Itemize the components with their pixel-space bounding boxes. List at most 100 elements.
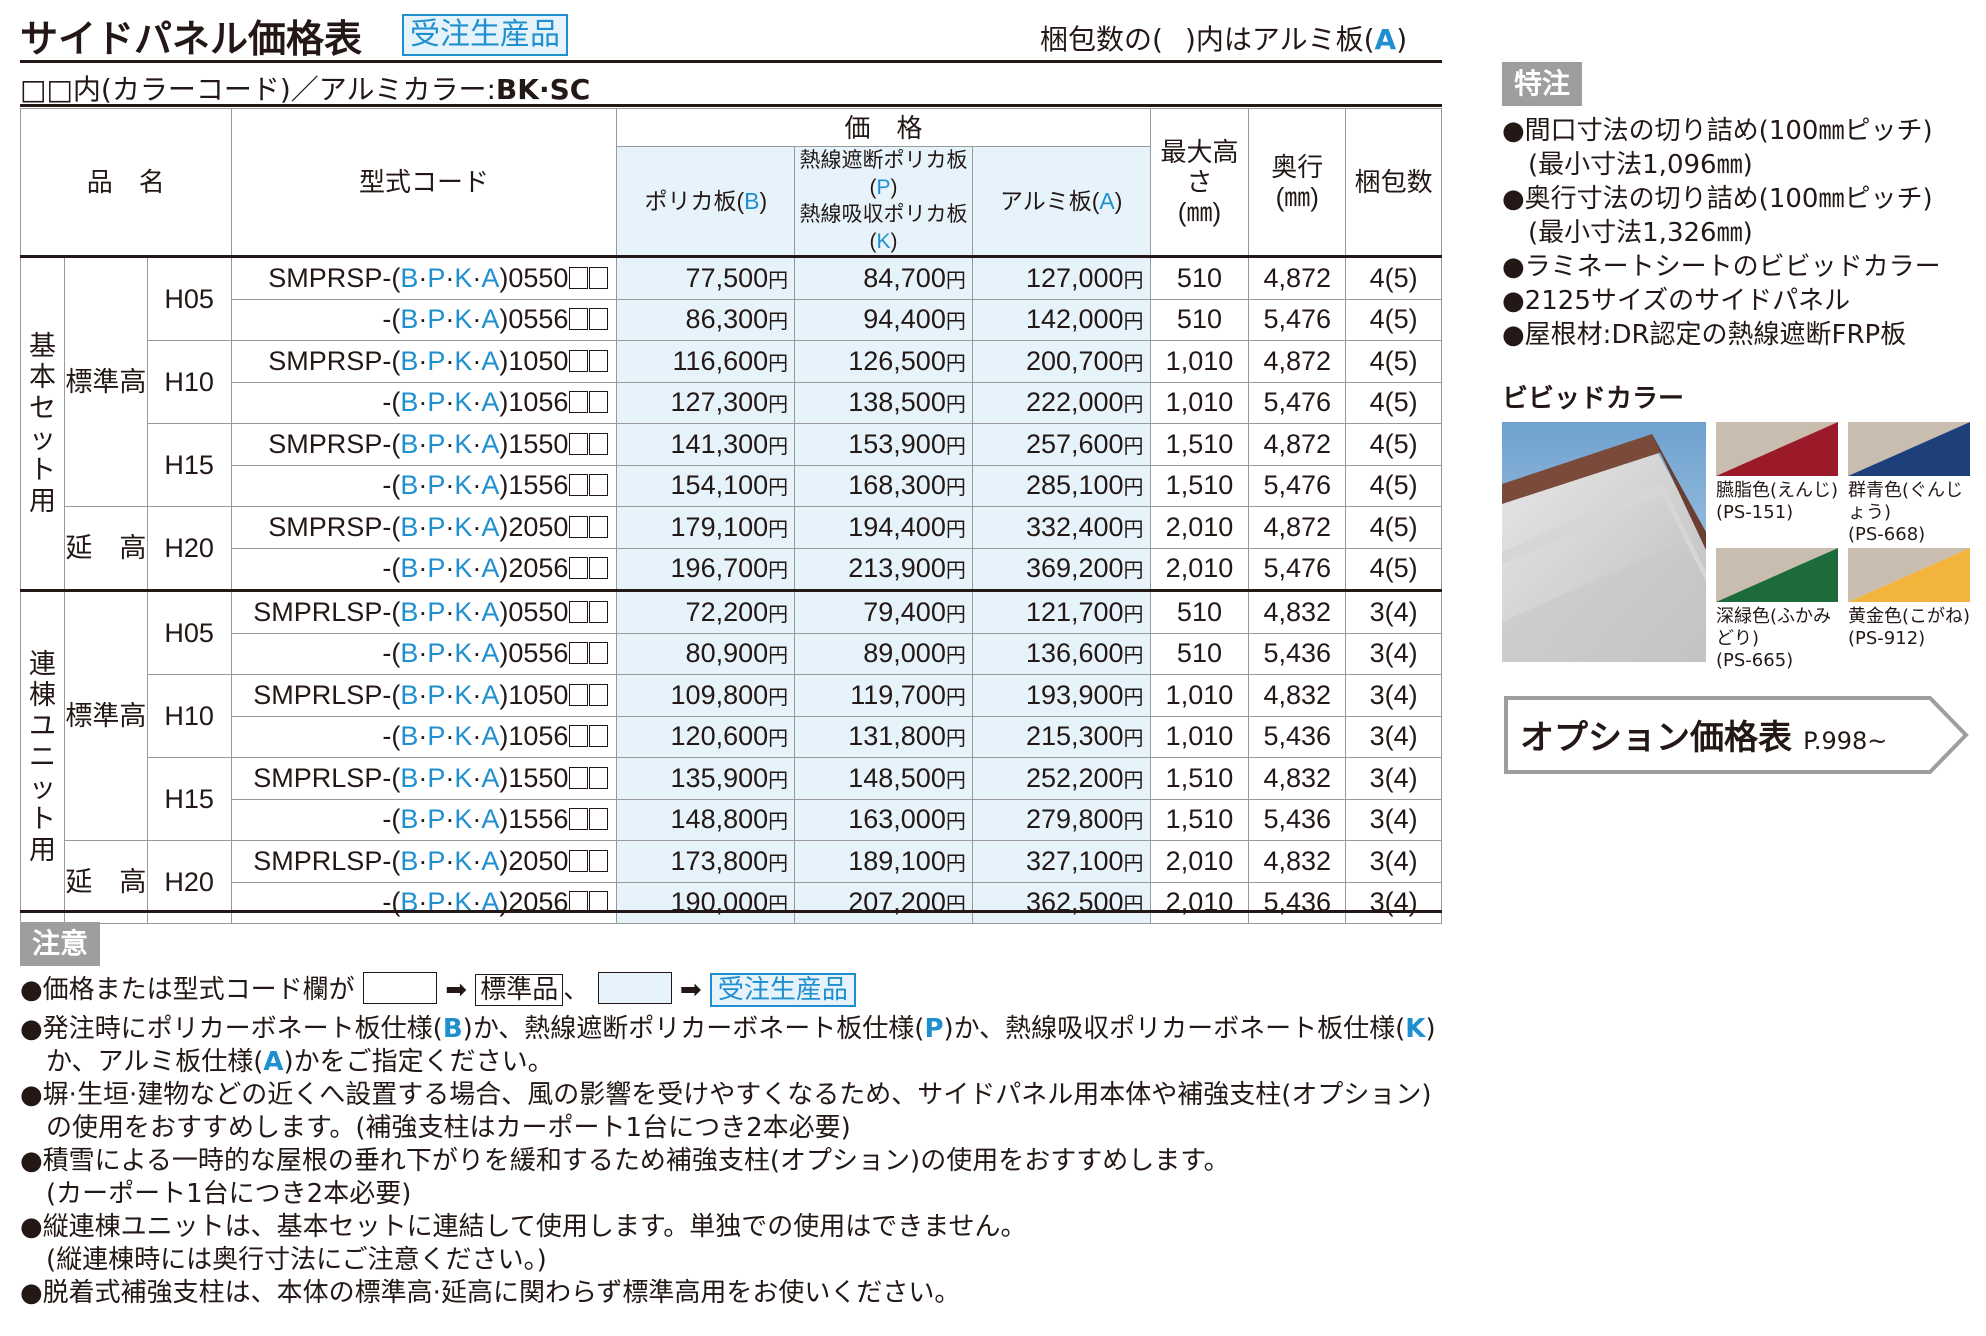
title-rule — [20, 60, 1442, 63]
model-code: SMPRLSP-(B·P·K·A)1050 — [230, 674, 618, 717]
price-heat-pk: 163,000円 — [794, 798, 973, 841]
depth: 4,832 — [1248, 840, 1347, 883]
max-height: 1,010 — [1149, 674, 1250, 717]
special-item: ●奥行寸法の切り詰め(100㎜ピッチ) — [1502, 184, 1933, 214]
pack-count: 4(5) — [1345, 464, 1442, 507]
max-height: 1,510 — [1149, 464, 1250, 507]
price-alu-a: 332,400円 — [971, 506, 1151, 549]
pack-note: 梱包数の()内はアルミ板(A) — [1040, 23, 1408, 56]
depth: 5,436 — [1248, 881, 1347, 924]
price-poly-b: 72,200円 — [616, 589, 796, 634]
special-item: ●屋根材:DR認定の熱線遮断FRP板 — [1502, 320, 1907, 350]
swatch-enji-chip — [1716, 422, 1838, 476]
depth: 5,436 — [1248, 715, 1347, 758]
price-heat-pk: 84,700円 — [794, 255, 973, 300]
table-row: -(B·P·K·A)2056 196,700円 213,900円 369,200円 2,… — [21, 547, 1442, 591]
table-row: -(B·P·K·A)1556 148,800円 163,000円 279,800円 1,… — [21, 798, 1442, 841]
depth: 5,476 — [1248, 381, 1347, 424]
swatch-gunjo-chip — [1848, 422, 1970, 476]
group-name: 基本セット用 — [20, 255, 65, 591]
price-alu-a: 215,300円 — [971, 715, 1151, 758]
special-item: ●ラミネートシートのビビッドカラー — [1502, 252, 1941, 282]
swatch-enji: 臙脂色(えんじ) (PS-151) — [1716, 422, 1840, 524]
model-code: -(B·P·K·A)2056 — [230, 547, 618, 591]
size-label: H05 — [146, 255, 232, 341]
price-heat-pk: 89,000円 — [794, 632, 973, 675]
swatch-fukamidori-chip — [1716, 548, 1838, 602]
table-row: 連棟ユニット用標準高 H05 SMPRLSP-(B·P·K·A)0550 72,200… — [20, 589, 1442, 924]
max-height: 2,010 — [1149, 881, 1250, 924]
option-price-link[interactable]: オプション価格表 P.998~ — [1502, 694, 1972, 776]
price-table: 品 名 型式コード 価 格 最大高さ (㎜) 奥行 (㎜) 梱包数 ポリカ板(B) … — [20, 108, 1442, 924]
price-heat-pk: 153,900円 — [794, 423, 973, 466]
header-polycarbonate-b: ポリカ板(B) — [616, 146, 796, 257]
note-1: ●価格または型式コード欄が ➡ 標準品、 ➡ 受注生産品 — [20, 972, 1450, 1007]
header-pack: 梱包数 — [1345, 108, 1442, 257]
pack-count: 3(4) — [1345, 715, 1442, 758]
price-heat-pk: 148,500円 — [794, 757, 973, 800]
height-class: 標準高 — [63, 589, 148, 841]
height-class: 標準高 — [63, 255, 148, 507]
swatch-kogane: 黄金色(こがね) (PS-912) — [1848, 548, 1972, 650]
price-heat-pk: 131,800円 — [794, 715, 973, 758]
model-code: -(B·P·K·A)0556 — [230, 298, 618, 341]
price-poly-b: 141,300円 — [616, 423, 796, 466]
swatch-gunjo: 群青色(ぐんじょう) (PS-668) — [1848, 422, 1972, 546]
note-4: ●積雪による一時的な屋根の垂れ下がりを緩和するため補強支柱(オプション)の使用を… — [20, 1146, 1230, 1176]
price-alu-a: 193,900円 — [971, 674, 1151, 717]
max-height: 2,010 — [1149, 547, 1250, 591]
size-label: H05 — [146, 589, 232, 675]
pack-count: 3(4) — [1345, 674, 1442, 717]
table-top-rule — [20, 104, 1442, 107]
pack-count: 4(5) — [1345, 423, 1442, 466]
max-height: 2,010 — [1149, 840, 1250, 883]
size-label: H10 — [146, 674, 232, 758]
model-code: -(B·P·K·A)2056 — [230, 881, 618, 924]
price-heat-pk: 194,400円 — [794, 506, 973, 549]
pack-count: 4(5) — [1345, 547, 1442, 591]
swatch-kogane-chip — [1848, 548, 1970, 602]
header-price: 価 格 — [616, 108, 1151, 147]
pack-count: 3(4) — [1345, 798, 1442, 841]
size-label: H15 — [146, 757, 232, 841]
max-height: 510 — [1149, 298, 1250, 341]
header-max-height: 最大高さ (㎜) — [1149, 108, 1250, 257]
depth: 5,476 — [1248, 547, 1347, 591]
price-poly-b: 196,700円 — [616, 547, 796, 591]
price-alu-a: 222,000円 — [971, 381, 1151, 424]
model-code: -(B·P·K·A)1056 — [230, 715, 618, 758]
note-5: ●縦連棟ユニットは、基本セットに連結して使用します。単独での使用はできません。 — [20, 1212, 1027, 1242]
price-alu-a: 136,600円 — [971, 632, 1151, 675]
pack-count: 4(5) — [1345, 506, 1442, 549]
table-row: -(B·P·K·A)1056 120,600円 131,800円 215,300円 1,… — [21, 715, 1442, 758]
max-height: 510 — [1149, 632, 1250, 675]
note-3: ●塀·生垣·建物などの近くへ設置する場合、風の影響を受けやすくなるため、サイドパ… — [20, 1080, 1432, 1110]
pack-count: 4(5) — [1345, 298, 1442, 341]
max-height: 1,510 — [1149, 423, 1250, 466]
price-poly-b: 80,900円 — [616, 632, 796, 675]
special-list: ●間口寸法の切り詰め(100㎜ピッチ) (最小寸法1,096㎜) ●奥行寸法の切… — [1502, 114, 1941, 352]
depth: 4,832 — [1248, 674, 1347, 717]
price-heat-pk: 213,900円 — [794, 547, 973, 591]
vivid-color-label: ビビッドカラー — [1502, 384, 1685, 414]
special-item: ●間口寸法の切り詰め(100㎜ピッチ) — [1502, 116, 1933, 146]
special-item: ●2125サイズのサイドパネル — [1502, 286, 1851, 316]
note-2: ●発注時にポリカーボネート板仕様(B)か、熱線遮断ポリカーボネート板仕様(P)か… — [20, 1014, 1436, 1044]
depth: 4,872 — [1248, 340, 1347, 383]
depth: 5,476 — [1248, 298, 1347, 341]
model-code: -(B·P·K·A)1056 — [230, 381, 618, 424]
page-title: サイドパネル価格表 — [20, 17, 363, 61]
note-3-cont: の使用をおすすめします。(補強支柱はカーポート1台につき2本必要) — [46, 1113, 851, 1143]
max-height: 510 — [1149, 255, 1250, 300]
pack-count: 3(4) — [1345, 589, 1442, 634]
special-label: 特注 — [1502, 62, 1583, 106]
price-poly-b: 77,500円 — [616, 255, 796, 300]
depth: 5,436 — [1248, 632, 1347, 675]
table-row: 基本セット用標準高 H05 SMPRSP-(B·P·K·A)0550 77,500円 8… — [20, 255, 1442, 591]
table-bottom-rule — [20, 910, 1442, 913]
table-row: -(B·P·K·A)2056 190,000円 207,200円 362,500円 2,… — [21, 881, 1442, 924]
size-label: H15 — [146, 423, 232, 507]
price-heat-pk: 207,200円 — [794, 881, 973, 924]
price-heat-pk: 138,500円 — [794, 381, 973, 424]
table-row: 延 高 H20 SMPRLSP-(B·P·K·A)2050 173,800円 189,1… — [21, 840, 1442, 924]
